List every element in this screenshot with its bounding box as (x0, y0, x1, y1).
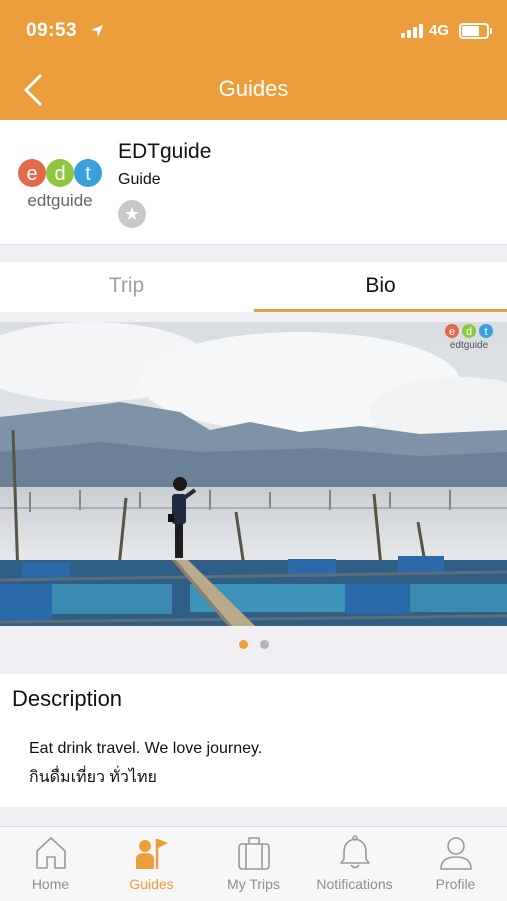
description-text-en: Eat drink travel. We love journey. (29, 740, 263, 757)
tab-notifications[interactable]: Notifications (304, 827, 405, 901)
signal-icon (400, 23, 423, 38)
tab-home-label: Home (31, 876, 70, 892)
bell-icon (340, 835, 370, 869)
photo-watermark: e d t edtguide (445, 324, 493, 351)
watermark-letter-d: d (466, 326, 472, 338)
user-icon (440, 837, 472, 870)
guide-flag-icon (136, 839, 168, 869)
profile-tabs: Trip Bio (0, 262, 507, 312)
page-dot-1[interactable] (238, 640, 248, 649)
description-title: Description (12, 686, 123, 711)
description-text-th: กินดื่มเที่ยว ทั่วไทย (29, 769, 157, 786)
battery-icon (459, 22, 492, 39)
guide-role: Guide (118, 171, 161, 188)
tab-home[interactable]: Home (0, 827, 101, 901)
tab-profile-label: Profile (435, 876, 476, 892)
location-arrow-icon (91, 25, 103, 37)
watermark-letter-e: e (449, 326, 455, 338)
app-header: 09:53 4G Guides (0, 0, 507, 120)
tab-notifications-label: Notifications (316, 876, 393, 892)
tab-trip[interactable]: Trip (0, 262, 253, 312)
tab-bio[interactable]: Bio (254, 262, 507, 312)
luggage-icon (238, 837, 270, 870)
guide-name: EDTguide (118, 140, 212, 163)
logo-letter-e: e (26, 163, 37, 185)
tab-guides-label: Guides (129, 876, 174, 892)
guide-logo: e d t edtguide (18, 159, 102, 210)
home-icon (36, 837, 66, 869)
logo-letter-t: t (85, 163, 91, 185)
carousel-pagination (0, 640, 507, 654)
bio-photo[interactable]: e d t edtguide (0, 322, 507, 626)
bottom-tab-bar: Home Guides My Trips Notifications Profi… (0, 826, 507, 901)
watermark-letter-t: t (484, 326, 487, 338)
page-dot-2[interactable] (259, 640, 269, 649)
active-tab-indicator (254, 309, 507, 312)
watermark-wordmark: edtguide (450, 340, 489, 351)
tab-profile[interactable]: Profile (405, 827, 506, 901)
favorite-star-icon[interactable]: ★ (118, 200, 146, 228)
lake-photo-image: e d t edtguide (0, 322, 507, 626)
tab-my-trips-label: My Trips (227, 876, 280, 892)
page-title: Guides (218, 76, 289, 101)
status-time: 09:53 (26, 20, 78, 41)
status-right: 4G (400, 22, 492, 39)
tab-my-trips[interactable]: My Trips (203, 827, 304, 901)
status-bar: 09:53 4G (0, 0, 507, 60)
network-label: 4G (428, 22, 449, 39)
logo-letter-d: d (54, 163, 65, 185)
logo-wordmark: edtguide (27, 191, 92, 210)
tab-guides[interactable]: Guides (101, 827, 202, 901)
